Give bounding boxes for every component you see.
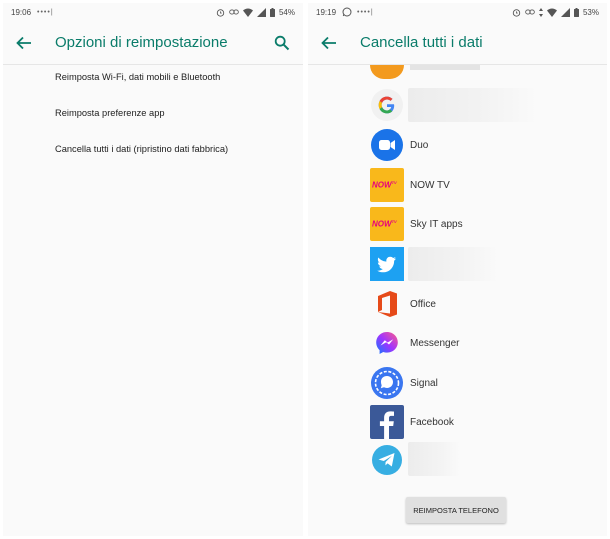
status-bar: 19:06 ••••| 54%	[3, 3, 303, 21]
battery-percent: 54%	[278, 7, 295, 17]
messenger-icon	[370, 326, 404, 360]
app-row-twitter	[370, 246, 498, 282]
battery-percent: 53%	[582, 7, 599, 17]
left-screen: 19:06 ••••| 54% Opzioni di reimpostazion…	[3, 3, 303, 536]
page-title: Cancella tutti i dati	[360, 34, 483, 51]
wifi-icon	[242, 8, 253, 17]
app-label-facebook: Facebook	[410, 416, 454, 428]
skyit-icon: NOWTV	[370, 207, 404, 241]
duo-icon	[370, 128, 404, 162]
status-bar: 19:19 ••••| 53%	[308, 3, 607, 21]
reset-app-preferences-option[interactable]: Reimposta preferenze app	[55, 108, 165, 118]
back-arrow-icon[interactable]	[13, 32, 35, 54]
link-icon	[525, 9, 535, 15]
hidden-app-label	[408, 442, 460, 476]
link-icon	[229, 9, 239, 15]
nowtv-logo-text: NOWTV	[372, 180, 397, 190]
partial-app-icon	[370, 65, 404, 79]
app-row-google	[370, 87, 538, 123]
signal-icon	[370, 366, 404, 400]
signal-strength-icon	[256, 7, 266, 17]
app-row-nowtv: NOWTV NOW TV	[370, 167, 450, 203]
partial-app-label	[410, 65, 480, 70]
status-time: 19:19	[316, 7, 337, 17]
app-row-telegram	[370, 441, 460, 477]
notification-icons: ••••|	[357, 8, 374, 16]
telegram-icon	[370, 442, 404, 476]
whatsapp-notification-icon	[342, 7, 352, 17]
app-row-messenger: Messenger	[370, 325, 459, 361]
wifi-icon	[546, 8, 557, 17]
app-label-signal: Signal	[410, 377, 438, 389]
app-bar: Opzioni di reimpostazione	[3, 21, 303, 65]
alarm-icon	[216, 8, 225, 17]
hidden-app-label	[408, 88, 538, 122]
notification-icons: ••••|	[37, 8, 54, 16]
app-label-office: Office	[410, 298, 436, 310]
app-label-skyit: Sky IT apps	[410, 218, 463, 230]
status-time: 19:06	[11, 7, 32, 17]
nowtv-icon: NOWTV	[370, 168, 404, 202]
back-arrow-icon[interactable]	[318, 32, 340, 54]
app-bar: Cancella tutti i dati	[308, 21, 607, 65]
data-transfer-icon	[538, 7, 543, 17]
app-label-duo: Duo	[410, 139, 429, 151]
app-row-signal: Signal	[370, 365, 438, 401]
app-row-duo: Duo	[370, 127, 428, 163]
search-icon[interactable]	[271, 32, 293, 54]
twitter-icon	[370, 247, 404, 281]
hidden-app-label	[408, 247, 498, 281]
app-row-office: Office	[370, 286, 436, 322]
app-row-skyit: NOWTV Sky IT apps	[370, 206, 463, 242]
office-icon	[370, 287, 404, 321]
battery-icon	[269, 7, 275, 17]
app-label-messenger: Messenger	[410, 337, 460, 349]
app-label-nowtv: NOW TV	[410, 179, 450, 191]
facebook-icon	[370, 405, 404, 439]
signal-strength-icon	[560, 7, 570, 17]
reset-wifi-option[interactable]: Reimposta Wi-Fi, dati mobili e Bluetooth	[55, 72, 220, 82]
alarm-icon	[512, 8, 521, 17]
right-screen: 19:19 ••••| 53% Cancella tutti i dati Du…	[308, 3, 607, 536]
reset-phone-button[interactable]: REIMPOSTA TELEFONO	[406, 497, 506, 523]
app-row-facebook: Facebook	[370, 404, 454, 440]
page-title: Opzioni di reimpostazione	[55, 34, 228, 51]
battery-icon	[573, 7, 579, 17]
google-icon	[370, 88, 404, 122]
skyit-logo-text: NOWTV	[372, 219, 397, 229]
factory-reset-option[interactable]: Cancella tutti i dati (ripristino dati f…	[55, 144, 228, 154]
